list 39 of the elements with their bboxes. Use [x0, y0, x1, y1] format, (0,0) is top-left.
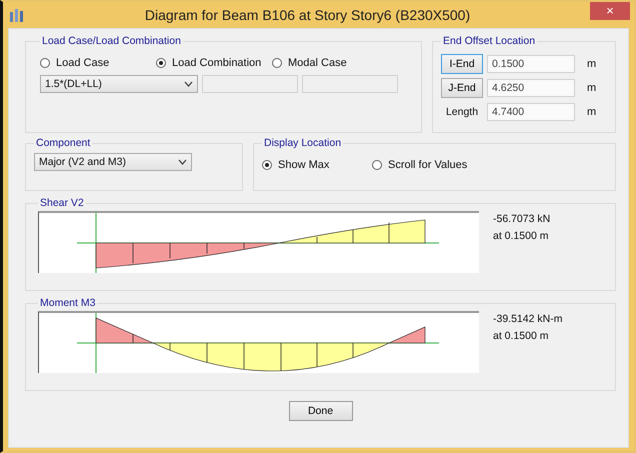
field-label: Length — [444, 106, 480, 118]
caret-icon — [184, 81, 193, 87]
input-field[interactable] — [202, 75, 298, 93]
done-button[interactable]: Done — [288, 401, 352, 421]
value-field[interactable]: 4.7400 — [487, 103, 575, 121]
close-button[interactable]: × — [590, 2, 630, 20]
window-title: Diagram for Beam B106 at Story Story6 (B230X500) — [144, 7, 472, 23]
caret-icon — [178, 159, 187, 165]
combination-dropdown[interactable]: 1.5*(DL+LL) — [40, 75, 198, 93]
group-title: Shear V2 — [39, 197, 85, 209]
location-text: at 0.1500 m — [493, 330, 550, 342]
unit-label: m — [587, 58, 596, 70]
location-text: at 0.1500 m — [493, 230, 550, 242]
radio-label: Scroll for Values — [388, 159, 468, 171]
max-value: -56.7073 kN — [493, 213, 550, 225]
unit-label: m — [587, 106, 596, 118]
value-field[interactable]: 4.6250 — [487, 79, 575, 97]
radio-button[interactable] — [40, 58, 50, 68]
radio-label: Modal Case — [288, 57, 347, 69]
max-value: -39.5142 kN-m — [493, 313, 562, 325]
radio-label: Show Max — [278, 159, 330, 171]
radio-button[interactable] — [262, 160, 272, 170]
end-button[interactable]: I-End — [441, 54, 483, 74]
radio-button[interactable] — [272, 58, 282, 68]
end-button[interactable]: J-End — [441, 78, 483, 98]
group-title: Display Location — [263, 137, 342, 149]
value-field[interactable]: 0.1500 — [487, 55, 575, 73]
radio-label: Load Case — [56, 57, 110, 69]
input-field[interactable] — [302, 75, 398, 93]
app-icon — [9, 8, 25, 22]
radio-label: Load Combination — [172, 57, 262, 69]
radio-button[interactable] — [372, 160, 382, 170]
group-title: Load Case/Load Combination — [41, 35, 182, 47]
group-title: Component — [35, 137, 92, 149]
radio-button[interactable] — [156, 58, 166, 68]
unit-label: m — [587, 82, 596, 94]
group-title: End Offset Location — [442, 35, 536, 47]
group-title: Moment M3 — [39, 297, 96, 309]
component-dropdown[interactable]: Major (V2 and M3) — [34, 153, 192, 171]
